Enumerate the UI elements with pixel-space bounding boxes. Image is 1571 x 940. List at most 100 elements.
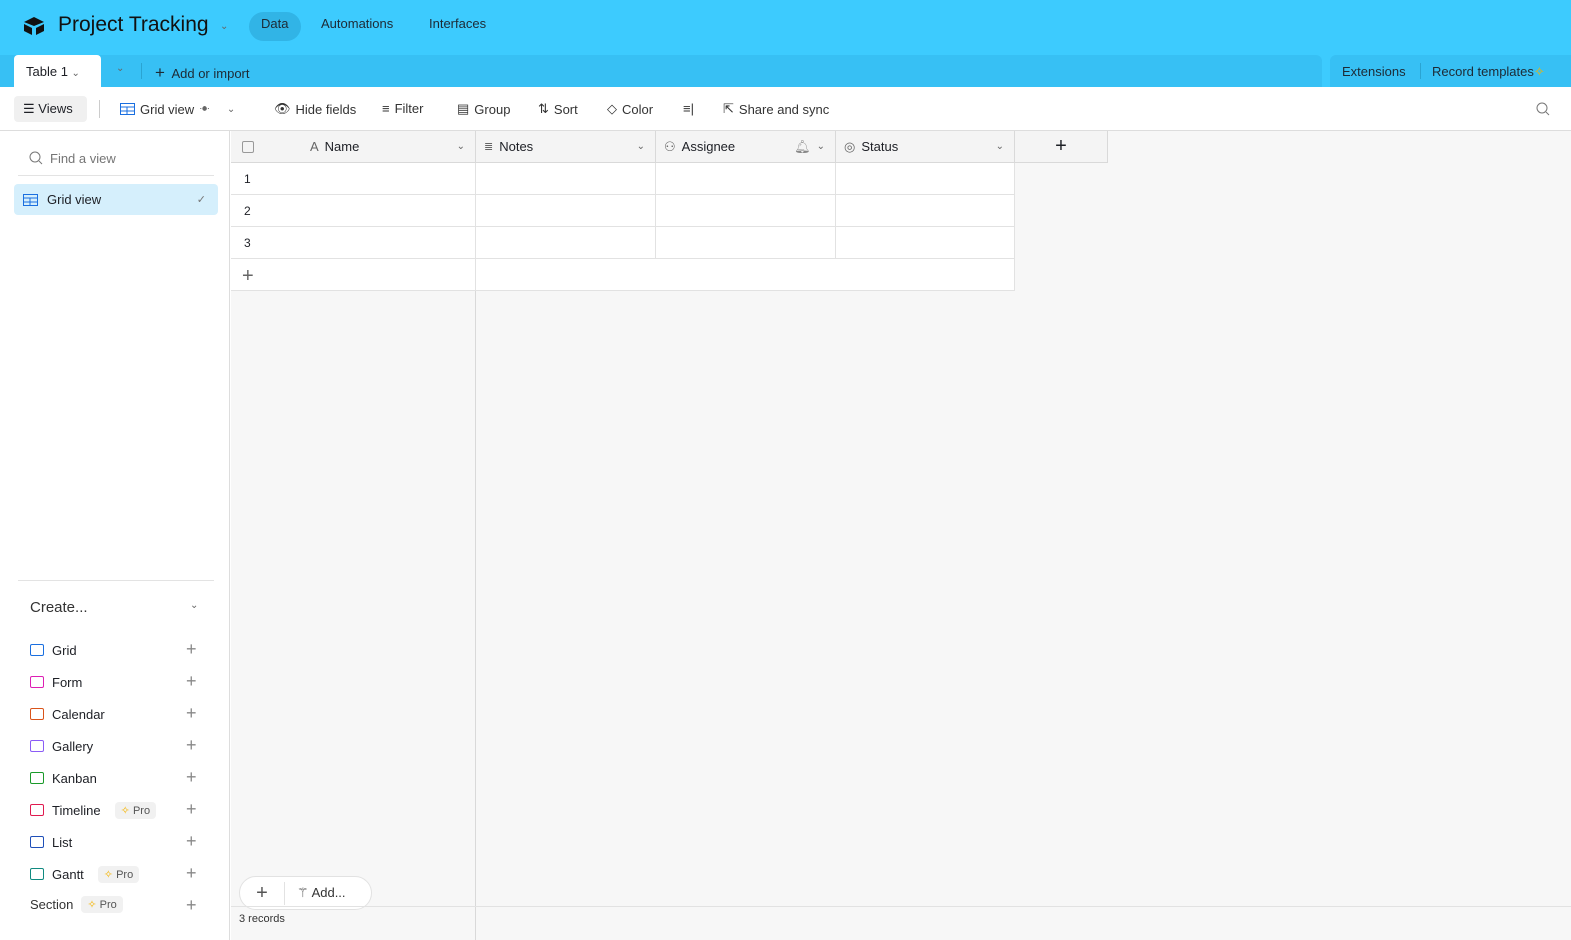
hide-fields-button[interactable]: 👁 Hide fields: [274, 101, 356, 117]
row-number: 2: [244, 204, 251, 218]
view-name: Grid view: [140, 101, 195, 117]
base-title[interactable]: Project Tracking: [58, 13, 209, 37]
paint-bucket-icon: ◇: [607, 101, 617, 116]
create-view-gantt[interactable]: Gantt ✧ Pro: [30, 864, 140, 884]
create-section[interactable]: Section ✧ Pro: [30, 894, 123, 914]
logo-icon: [24, 17, 44, 35]
table-row[interactable]: 2: [231, 195, 476, 227]
create-view-timeline[interactable]: Timeline ✧ Pro: [30, 800, 157, 820]
nav-data[interactable]: Data: [261, 16, 288, 31]
table-cell[interactable]: [476, 227, 656, 259]
add-view-plus-icon[interactable]: +: [186, 639, 197, 660]
find-view-input[interactable]: [50, 148, 210, 168]
color-button[interactable]: ◇ Color: [607, 101, 653, 117]
list-icon: [30, 836, 44, 848]
add-or-import-button[interactable]: + Add or import: [155, 63, 250, 83]
views-button[interactable]: ☰ Views: [14, 96, 87, 122]
record-templates-button[interactable]: Record templates✧: [1432, 64, 1545, 80]
sparkle-icon: ✧: [103, 868, 114, 881]
plus-icon: +: [155, 63, 165, 82]
create-view-form[interactable]: Form: [30, 672, 82, 692]
column-label: Name: [324, 139, 360, 154]
add-label: Add...: [311, 885, 346, 900]
tab-table-1[interactable]: Table 1 ⌄: [14, 55, 101, 88]
column-header-status[interactable]: ◎ Status ⌄: [836, 131, 1015, 163]
form-icon: [30, 676, 44, 688]
kanban-icon: [30, 772, 44, 784]
view-switcher[interactable]: Grid view ꔹ ⌄: [120, 101, 235, 117]
chevron-down-icon[interactable]: ⌄: [637, 141, 645, 152]
calendar-icon: [30, 708, 44, 720]
add-record-row[interactable]: +: [231, 259, 476, 291]
table-cell[interactable]: [656, 227, 836, 259]
row-height-button[interactable]: ≡|: [683, 101, 694, 116]
text-field-icon: A: [310, 139, 319, 154]
sort-button[interactable]: ⇅ Sort: [538, 101, 578, 117]
gantt-icon: [30, 868, 44, 880]
section-label: Section: [30, 896, 74, 912]
create-view-kanban[interactable]: Kanban: [30, 768, 97, 788]
chevron-down-icon[interactable]: ⌄: [220, 21, 228, 32]
chevron-down-icon: ⌄: [71, 68, 80, 79]
create-view-gallery[interactable]: Gallery: [30, 736, 93, 756]
chevron-down-icon[interactable]: ⌄: [457, 141, 465, 152]
divider: [18, 580, 214, 581]
create-view-grid[interactable]: Grid: [30, 640, 77, 660]
table-row[interactable]: 3: [231, 227, 476, 259]
row-height-icon: ≡|: [683, 101, 694, 116]
add-view-plus-icon[interactable]: +: [186, 735, 197, 756]
add-with-ai-button[interactable]: ⚚ Add...: [285, 885, 346, 901]
add-view-plus-icon[interactable]: +: [186, 799, 197, 820]
chevron-down-icon[interactable]: ⌄: [190, 600, 198, 611]
create-view-calendar[interactable]: Calendar: [30, 704, 105, 724]
nav-automations[interactable]: Automations: [321, 16, 393, 31]
select-all-checkbox[interactable]: [242, 140, 254, 153]
nav-interfaces[interactable]: Interfaces: [429, 16, 486, 31]
filter-button[interactable]: ≡ Filter: [382, 101, 423, 116]
add-record-plus-button[interactable]: +: [240, 881, 285, 905]
table-cell[interactable]: [836, 195, 1015, 227]
chevron-down-icon[interactable]: ⌄: [817, 141, 825, 152]
column-header-notes[interactable]: ≣ Notes ⌄: [476, 131, 656, 163]
hide-fields-label: Hide fields: [295, 101, 357, 117]
table-cell[interactable]: [836, 163, 1015, 195]
create-item-label: Kanban: [52, 770, 97, 786]
view-item-grid-view[interactable]: Grid view ✓: [14, 184, 218, 215]
divider: [99, 100, 100, 118]
row-number: 1: [244, 172, 251, 186]
create-view-list[interactable]: List: [30, 832, 72, 852]
table-cell[interactable]: [836, 227, 1015, 259]
group-button[interactable]: ▤ Group: [457, 101, 510, 117]
collaborators-icon: ꔹ: [199, 101, 210, 116]
column-header-assignee[interactable]: ⚇ Assignee 🔔︎ ⌄: [656, 131, 836, 163]
chevron-down-icon: ⌄: [226, 103, 236, 115]
table-cell[interactable]: [476, 163, 656, 195]
add-section-plus-icon[interactable]: +: [186, 895, 197, 916]
create-item-label: List: [52, 834, 73, 850]
add-label: Add or import: [171, 66, 250, 81]
share-sync-button[interactable]: ⇱ Share and sync: [723, 101, 829, 117]
chevron-down-icon[interactable]: ⌄: [996, 141, 1004, 152]
table-cell[interactable]: [656, 195, 836, 227]
add-record-row-fill[interactable]: [476, 259, 1015, 291]
add-view-plus-icon[interactable]: +: [186, 767, 197, 788]
create-item-label: Calendar: [52, 706, 105, 722]
grid-icon: [23, 193, 38, 206]
add-view-plus-icon[interactable]: +: [186, 703, 197, 724]
search-icon[interactable]: [1536, 102, 1550, 116]
add-field-button[interactable]: +: [1015, 131, 1108, 163]
create-section-header[interactable]: Create...: [30, 599, 88, 616]
table-row[interactable]: 1: [231, 163, 476, 195]
add-view-plus-icon[interactable]: +: [186, 671, 197, 692]
table-cell[interactable]: [476, 195, 656, 227]
tables-dropdown-icon[interactable]: ⌄: [116, 63, 124, 74]
table-cell[interactable]: [656, 163, 836, 195]
external-link-icon: ⇱: [723, 101, 734, 116]
extensions-button[interactable]: Extensions: [1342, 64, 1406, 79]
column-label: Assignee: [681, 139, 736, 154]
views-label: Views: [38, 101, 73, 116]
add-view-plus-icon[interactable]: +: [186, 863, 197, 884]
add-view-plus-icon[interactable]: +: [186, 831, 197, 852]
share-label: Share and sync: [738, 101, 830, 117]
column-header-name[interactable]: A Name ⌄: [231, 131, 476, 163]
